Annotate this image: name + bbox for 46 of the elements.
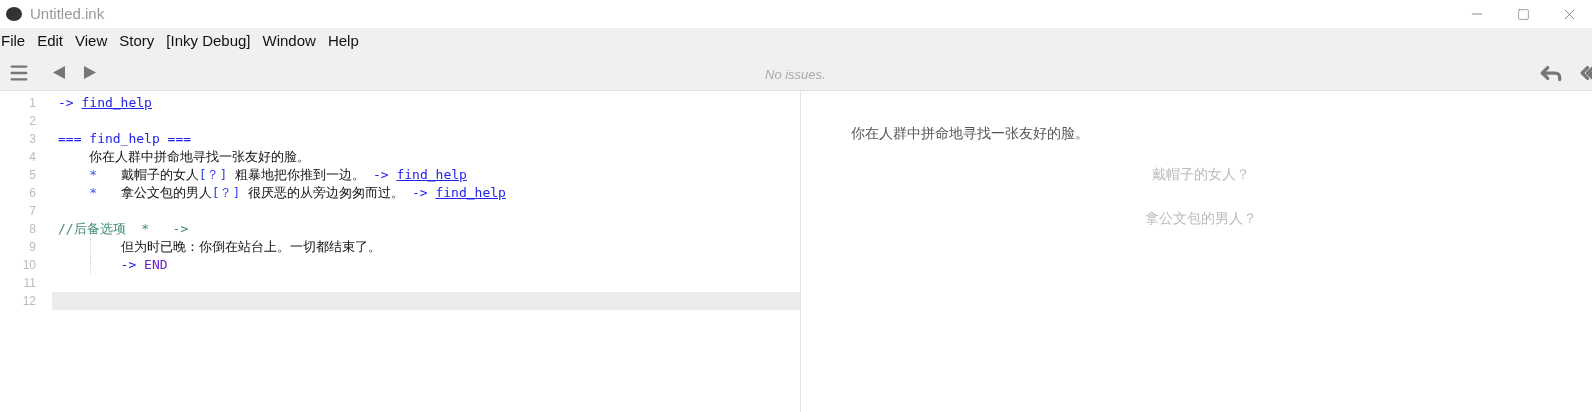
menu-item[interactable]: [Inky Debug] — [161, 30, 256, 53]
menu-item[interactable]: File — [0, 30, 31, 53]
forward-icon[interactable] — [84, 66, 96, 79]
code-text: 粗暴地把你推到一边。 — [234, 166, 367, 185]
divert-link[interactable]: find_help — [81, 93, 152, 113]
line-number: 8 — [28, 221, 36, 238]
divert-link[interactable]: find_help — [396, 165, 467, 185]
story-text: 你在人群中拼命地寻找一张友好的脸。 — [851, 124, 1090, 143]
window-title: Untitled.ink — [30, 3, 105, 24]
line-number: 3 — [28, 131, 36, 148]
line-number: 7 — [28, 203, 36, 220]
menu-item[interactable]: View — [70, 30, 113, 53]
line-number: 1 — [28, 95, 36, 112]
code-text: 戴帽子的女人 — [120, 166, 199, 185]
menu-item[interactable]: Story — [114, 30, 160, 53]
line-number: 4 — [28, 149, 36, 166]
choice-bracket: [？] — [198, 166, 228, 185]
divert-arrow: -> — [411, 184, 429, 203]
issues-status: No issues. — [765, 66, 826, 84]
divert-arrow: -> — [372, 166, 390, 185]
choice-bullet: * — [88, 184, 99, 203]
code-text: 拿公文包的男人 — [120, 184, 212, 203]
back-icon[interactable] — [53, 66, 65, 79]
code-text: 你在人群中拼命地寻找一张友好的脸。 — [88, 148, 311, 167]
line-number: 10 — [21, 257, 36, 274]
menu-item[interactable]: Window — [257, 30, 321, 53]
menu-item[interactable]: Edit — [32, 30, 69, 53]
maximize-icon[interactable] — [1516, 7, 1530, 21]
knot-header: === find_help === — [58, 130, 192, 149]
divert-arrow: -> — [119, 256, 138, 275]
code-comment: //后备选项 * -> — [58, 220, 189, 239]
choice-bullet: * — [88, 166, 99, 185]
menu-item[interactable]: Help — [322, 30, 364, 53]
divert-arrow: -> — [58, 94, 75, 113]
end-keyword: END — [144, 256, 168, 275]
app-logo-icon — [6, 7, 22, 21]
line-number: 9 — [28, 239, 36, 256]
choice-bracket: [？] — [211, 184, 241, 203]
line-number: 2 — [28, 113, 36, 130]
line-number: 6 — [28, 185, 36, 202]
line-number: 5 — [28, 167, 36, 184]
line-number: 11 — [22, 275, 36, 292]
divert-link[interactable]: find_help — [435, 183, 506, 203]
line-number: 12 — [21, 293, 36, 310]
code-text: 很厌恶的从旁边匆匆而过。 — [247, 184, 406, 203]
code-text: 但为时已晚：你倒在站台上。一切都结束了。 — [119, 238, 381, 257]
